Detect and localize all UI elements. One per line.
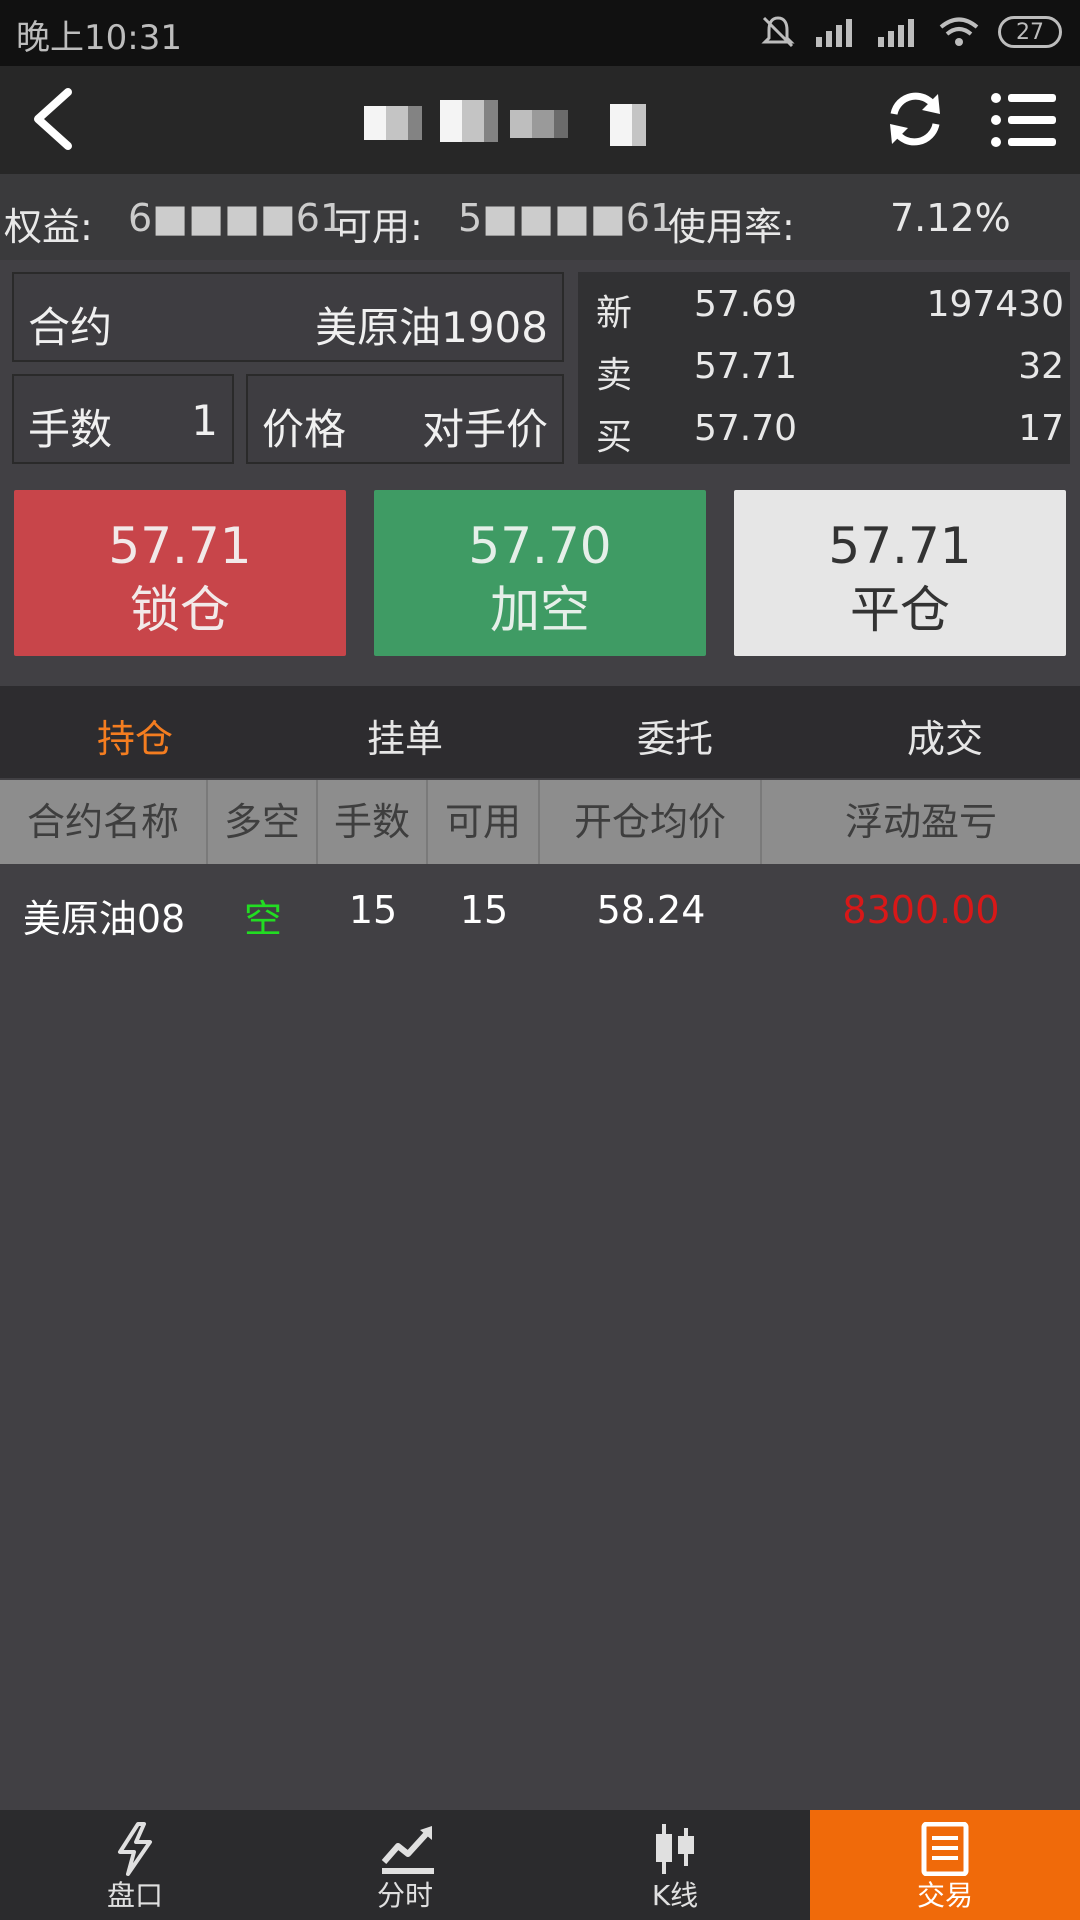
quote-volume: 17 (1018, 408, 1064, 449)
quote-row-ask: 卖 57.71 32 (596, 346, 1064, 406)
col-avg-price: 开仓均价 (540, 780, 762, 864)
lots-value: 1 (191, 396, 218, 445)
quote-row-last: 新 57.69 197430 (596, 284, 1064, 344)
col-available: 可用 (428, 780, 540, 864)
available-value: 5■■■■61 (458, 196, 675, 240)
status-bar: 晚上10:31 27 (0, 0, 1080, 66)
close-label: 平仓 (850, 581, 950, 639)
nav-kline-label: K线 (651, 1879, 699, 1912)
menu-list-icon[interactable] (990, 92, 1058, 148)
bottom-nav: 盘口 分时 K线 交易 (0, 1810, 1080, 1920)
price-label: 价格 (262, 405, 347, 454)
col-lots: 手数 (318, 780, 428, 864)
mute-icon (761, 16, 795, 48)
equity-label: 权益: (4, 205, 93, 249)
nav-kline[interactable]: K线 (540, 1810, 810, 1920)
nav-orderbook-label: 盘口 (106, 1879, 163, 1912)
quote-label: 买 (596, 417, 633, 458)
col-contract-name: 合约名称 (0, 780, 208, 864)
nav-intraday-label: 分时 (376, 1879, 433, 1912)
trend-line-icon (381, 1826, 434, 1874)
nav-trade-label: 交易 (916, 1879, 973, 1912)
col-floating-pnl: 浮动盈亏 (844, 800, 997, 844)
status-time: 晚上10:31 (16, 18, 182, 58)
contract-value: 美原油1908 (315, 303, 548, 352)
lots-input[interactable]: 手数 1 (12, 374, 234, 464)
lock-label: 锁仓 (130, 581, 230, 639)
available-label: 可用: (334, 205, 423, 249)
col-direction: 多空 (208, 780, 318, 864)
tab-orders[interactable]: 委托 (540, 708, 810, 763)
lock-price: 57.71 (108, 517, 252, 575)
contract-label: 合约 (28, 303, 113, 352)
tab-trades[interactable]: 成交 (810, 708, 1080, 763)
usage-value: 7.12% (890, 196, 1011, 240)
usage-label: 使用率: (668, 205, 795, 249)
quote-price: 57.69 (694, 284, 798, 325)
signal-icon (816, 19, 852, 47)
equity-value: 6■■■■61 (128, 196, 345, 240)
position-contract: 美原油08 (22, 897, 186, 941)
price-value: 对手价 (421, 405, 548, 454)
record-tabs: 持仓 挂单 委托 成交 (0, 686, 1080, 778)
positions-table-header: 合约名称 多空 手数 可用 开仓均价 浮动盈亏 (0, 780, 1080, 864)
lots-label: 手数 (28, 405, 113, 454)
refresh-icon[interactable] (884, 88, 946, 150)
position-lots: 15 (348, 888, 398, 932)
quote-volume: 32 (1018, 346, 1064, 387)
lightning-icon (118, 1822, 152, 1876)
nav-intraday[interactable]: 分时 (270, 1810, 540, 1920)
quote-price: 57.70 (694, 408, 798, 449)
position-direction: 空 (243, 897, 282, 941)
price-type-selector[interactable]: 价格 对手价 (246, 374, 564, 464)
account-summary: 权益: 6■■■■61 可用: 5■■■■61 使用率: 7.12% (0, 174, 1080, 260)
lock-position-button[interactable]: 57.71 锁仓 (14, 490, 346, 656)
nav-orderbook[interactable]: 盘口 (0, 1810, 270, 1920)
short-price: 57.70 (468, 517, 612, 575)
quote-volume: 197430 (926, 284, 1064, 325)
position-available: 15 (459, 888, 509, 932)
quote-panel: 新 57.69 197430 卖 57.71 32 买 57.70 17 (578, 272, 1070, 464)
close-position-button[interactable]: 57.71 平仓 (734, 490, 1066, 656)
table-row[interactable]: 美原油08 空 15 15 58.24 8300.00 (0, 866, 1080, 952)
quote-label: 卖 (596, 355, 633, 396)
contract-selector[interactable]: 合约 美原油1908 (12, 272, 564, 362)
position-avg-price: 58.24 (596, 888, 706, 932)
quote-price: 57.71 (694, 346, 798, 387)
wifi-icon (939, 17, 979, 46)
short-label: 加空 (490, 581, 590, 639)
status-icons: 27 (760, 14, 1062, 50)
tab-pending[interactable]: 挂单 (270, 708, 540, 763)
app-header (0, 66, 1080, 174)
quote-label: 新 (596, 293, 633, 334)
close-price: 57.71 (828, 517, 972, 575)
position-pnl: 8300.00 (842, 888, 1000, 932)
candlestick-icon (656, 1824, 694, 1874)
document-list-icon (921, 1822, 969, 1876)
nav-trade[interactable]: 交易 (810, 1810, 1080, 1920)
battery-indicator: 27 (998, 16, 1062, 48)
quote-row-bid: 买 57.70 17 (596, 408, 1064, 468)
add-short-button[interactable]: 57.70 加空 (374, 490, 706, 656)
signal-icon-2 (878, 19, 914, 47)
account-title-redacted (300, 86, 780, 156)
back-arrow-icon[interactable] (28, 86, 78, 152)
tab-positions[interactable]: 持仓 (0, 708, 270, 763)
